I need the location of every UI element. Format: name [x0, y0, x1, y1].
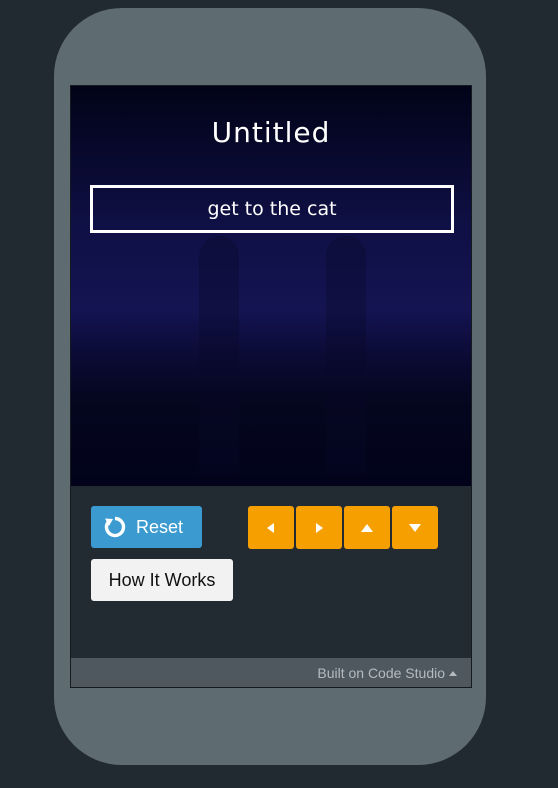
- down-arrow-icon: [409, 523, 421, 532]
- app-screen: Untitled get to the cat Reset How It Wor…: [70, 85, 472, 688]
- reset-button-label: Reset: [136, 516, 184, 537]
- down-arrow-button[interactable]: [392, 506, 438, 549]
- left-arrow-icon: [267, 522, 274, 533]
- right-arrow-icon: [316, 522, 323, 533]
- controls-panel: Reset How It Works: [71, 486, 471, 658]
- reset-button[interactable]: Reset: [91, 506, 202, 548]
- footer-bar[interactable]: Built on Code Studio: [71, 658, 471, 687]
- up-arrow-icon: [361, 523, 373, 532]
- up-arrow-button[interactable]: [344, 506, 390, 549]
- background-silhouette: [326, 236, 366, 476]
- right-arrow-button[interactable]: [296, 506, 342, 549]
- left-arrow-button[interactable]: [248, 506, 294, 549]
- app-title: Untitled: [211, 116, 331, 149]
- footer-label: Built on Code Studio: [317, 665, 445, 681]
- how-it-works-button[interactable]: How It Works: [91, 559, 233, 601]
- goal-label: get to the cat: [90, 185, 454, 233]
- game-stage[interactable]: Untitled get to the cat: [71, 86, 471, 486]
- background-silhouette: [199, 236, 239, 476]
- reset-icon: [103, 515, 127, 539]
- caret-up-icon: [449, 671, 457, 676]
